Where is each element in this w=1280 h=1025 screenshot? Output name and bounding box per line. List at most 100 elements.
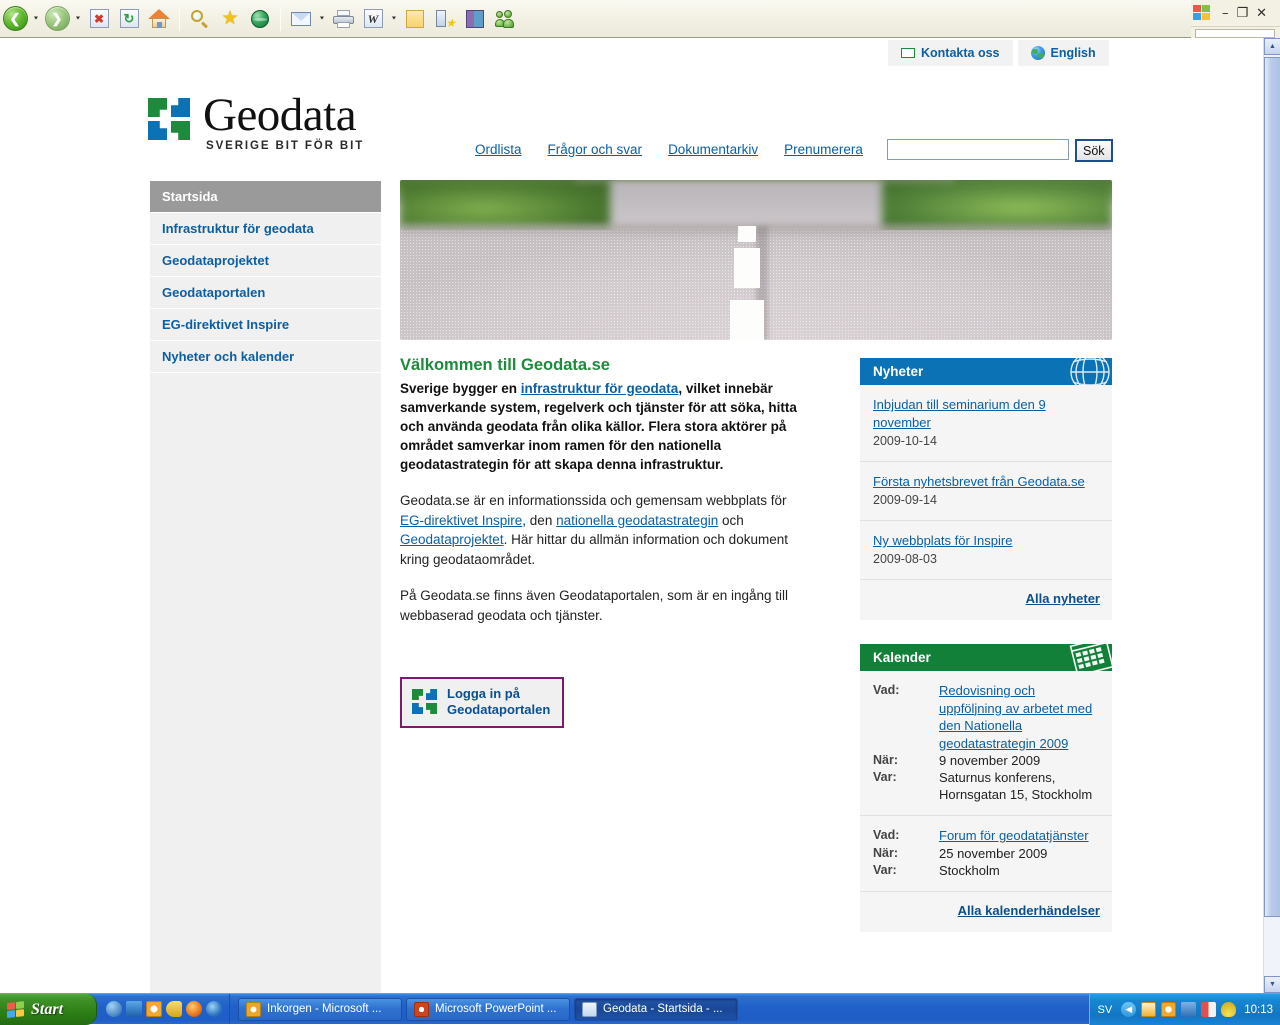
search-favorites-group: ★ xyxy=(185,2,275,36)
taskbar-clock[interactable]: 10:13 xyxy=(1244,1004,1273,1016)
mail-button[interactable] xyxy=(286,4,316,34)
site-logo[interactable]: Geodata SVERIGE BIT FÖR BIT xyxy=(148,92,364,152)
sidebar-item-geodataprojektet[interactable]: Geodataprojektet xyxy=(150,245,381,277)
task-button-inkorgen[interactable]: Inkorgen - Microsoft ... xyxy=(238,998,402,1021)
brand-tagline: SVERIGE BIT FÖR BIT xyxy=(206,140,364,152)
nav-item-dokumentarkiv[interactable]: Dokumentarkiv xyxy=(668,142,758,157)
task-button-geodata[interactable]: Geodata - Startsida - ... xyxy=(574,998,738,1021)
calendar-panel-title: Kalender xyxy=(873,650,931,665)
all-news-link[interactable]: Alla nyheter xyxy=(1026,591,1100,606)
history-button[interactable] xyxy=(245,4,275,34)
edit-dropdown-arrow-icon[interactable] xyxy=(388,4,400,34)
sidebar-item-infrastruktur[interactable]: Infrastruktur för geodata xyxy=(150,213,381,245)
note-button[interactable] xyxy=(400,4,430,34)
search-form: Sök xyxy=(887,139,1113,162)
globe-clock-icon xyxy=(251,10,269,28)
mail-tray-icon[interactable] xyxy=(1141,1002,1156,1017)
search-submit-button[interactable]: Sök xyxy=(1075,139,1113,162)
link-nationella-geodatastrategin[interactable]: nationella geodatastrategin xyxy=(556,513,718,528)
main-navigation: Ordlista Frågor och svar Dokumentarkiv P… xyxy=(475,142,863,157)
back-dropdown-arrow-icon[interactable] xyxy=(30,4,42,34)
wireless-tray-icon[interactable] xyxy=(1221,1002,1236,1017)
outlook-icon[interactable] xyxy=(126,1001,142,1017)
sidebar-item-nyheter-och-kalender[interactable]: Nyheter och kalender xyxy=(150,341,381,373)
paragraph-2: Geodata.se är en informationssida och ge… xyxy=(400,491,800,569)
link-eg-direktivet-inspire[interactable]: EG-direktivet Inspire xyxy=(400,513,522,528)
refresh-button[interactable]: ↻ xyxy=(114,4,144,34)
search-input[interactable] xyxy=(887,139,1069,160)
updates-tray-icon[interactable] xyxy=(1201,1002,1216,1017)
all-calendar-events-link[interactable]: Alla kalenderhändelser xyxy=(958,903,1100,918)
favorites-button[interactable]: ★ xyxy=(215,4,245,34)
system-tray: SV ◀ 10:13 xyxy=(1089,994,1280,1025)
nav-item-ordlista[interactable]: Ordlista xyxy=(475,142,522,157)
login-label-line1: Logga in på xyxy=(447,686,550,702)
calendar-event-link[interactable]: Forum för geodatatjänster xyxy=(939,828,1089,843)
windows-taskbar: Start Inkorgen - Microsoft ... Microsoft… xyxy=(0,993,1280,1024)
start-button[interactable]: Start xyxy=(0,994,97,1025)
research-button[interactable] xyxy=(460,4,490,34)
news-item-date: 2009-08-03 xyxy=(873,551,1099,567)
brand-name: Geodata xyxy=(203,92,364,138)
calendar-panel-header: Kalender xyxy=(860,644,1112,671)
calendar-when-row: När: 25 november 2009 xyxy=(873,845,1099,862)
task-button-powerpoint[interactable]: Microsoft PowerPoint ... xyxy=(406,998,570,1021)
network-tray-icon[interactable] xyxy=(1181,1002,1196,1017)
sidebar-item-geodataportalen[interactable]: Geodataportalen xyxy=(150,277,381,309)
news-item-title[interactable]: Ny webbplats för Inspire xyxy=(873,533,1012,548)
print-button[interactable] xyxy=(328,4,358,34)
search-button[interactable] xyxy=(185,4,215,34)
scrollbar-thumb[interactable] xyxy=(1264,57,1280,917)
edit-word-button[interactable]: W xyxy=(358,4,388,34)
netscape-icon[interactable] xyxy=(206,1001,222,1017)
windows-flag-icon xyxy=(7,1001,25,1019)
scroll-down-button[interactable]: ▼ xyxy=(1264,976,1280,993)
news-panel-body: Inbjudan till seminarium den 9 november … xyxy=(860,385,1112,620)
news-item-title[interactable]: Inbjudan till seminarium den 9 november xyxy=(873,397,1046,430)
forward-dropdown-arrow-icon[interactable] xyxy=(72,4,84,34)
nav-item-fragor-och-svar[interactable]: Frågor och svar xyxy=(548,142,643,157)
stop-button[interactable]: ✖ xyxy=(84,4,114,34)
contact-link[interactable]: Kontakta oss xyxy=(888,40,1013,66)
restore-button[interactable]: ❐ xyxy=(1237,7,1249,20)
sidebar-item-eg-direktivet-inspire[interactable]: EG-direktivet Inspire xyxy=(150,309,381,341)
firefox-icon[interactable] xyxy=(186,1001,202,1017)
minimize-button[interactable]: – xyxy=(1222,7,1229,20)
calendar-label-when: När: xyxy=(873,845,939,862)
ie-icon[interactable] xyxy=(106,1001,122,1017)
calendar-label-where: Var: xyxy=(873,862,939,879)
login-button-label: Logga in på Geodataportalen xyxy=(447,686,550,718)
chrome-field xyxy=(1195,29,1275,38)
calendar-panel-body: Vad: Redovisning och uppföljning av arbe… xyxy=(860,671,1112,932)
language-indicator[interactable]: SV xyxy=(1098,1004,1113,1016)
calendar-when-value: 9 november 2009 xyxy=(939,752,1040,769)
calendar-event-link[interactable]: Redovisning och uppföljning av arbetet m… xyxy=(939,683,1092,751)
clock-icon[interactable] xyxy=(146,1001,162,1017)
back-button[interactable]: ❮ xyxy=(0,4,30,34)
home-button[interactable] xyxy=(144,4,174,34)
scroll-up-button[interactable]: ▲ xyxy=(1264,38,1280,55)
language-link[interactable]: English xyxy=(1018,40,1109,66)
news-item: Inbjudan till seminarium den 9 november … xyxy=(860,385,1112,462)
refresh-icon: ↻ xyxy=(120,9,139,28)
news-panel-footer: Alla nyheter xyxy=(860,580,1112,620)
device-button[interactable]: ★ xyxy=(430,4,460,34)
clock-tray-icon[interactable] xyxy=(1161,1002,1176,1017)
show-hidden-icons-button[interactable]: ◀ xyxy=(1121,1002,1136,1017)
close-button[interactable]: ✕ xyxy=(1256,7,1267,20)
mail-dropdown-arrow-icon[interactable] xyxy=(316,4,328,34)
news-item-title[interactable]: Första nyhetsbrevet från Geodata.se xyxy=(873,474,1085,489)
page-scrollbar[interactable]: ▲ ▼ xyxy=(1263,38,1280,993)
link-infrastruktur-for-geodata[interactable]: infrastruktur för geodata xyxy=(521,381,679,396)
nav-item-prenumerera[interactable]: Prenumerera xyxy=(784,142,863,157)
key-icon[interactable] xyxy=(166,1001,182,1017)
stop-icon: ✖ xyxy=(90,9,109,28)
mail-icon xyxy=(291,12,311,26)
messenger-button[interactable] xyxy=(490,4,520,34)
login-geodataportalen-button[interactable]: Logga in på Geodataportalen xyxy=(400,677,564,728)
page-title: Välkommen till Geodata.se xyxy=(400,356,800,375)
link-geodataprojektet[interactable]: Geodataprojektet xyxy=(400,532,504,547)
envelope-icon xyxy=(901,48,915,58)
forward-button[interactable]: ❯ xyxy=(42,4,72,34)
sidebar-item-startsida[interactable]: Startsida xyxy=(150,181,381,213)
